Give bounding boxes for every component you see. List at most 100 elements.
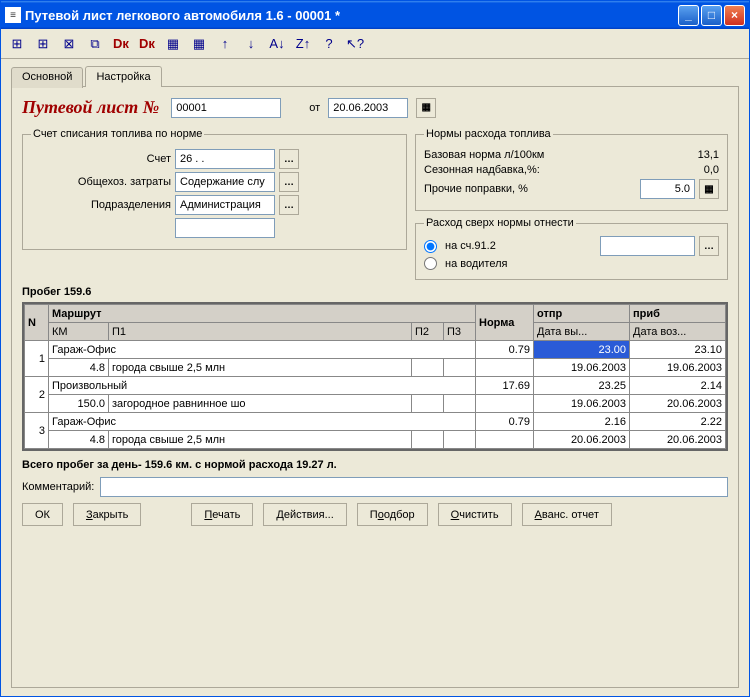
calendar-icon[interactable]: ▦: [416, 98, 436, 118]
obsh-input[interactable]: [175, 172, 275, 192]
toolbar-grid1-icon[interactable]: ▦: [163, 34, 183, 54]
document-icon: ≡: [5, 7, 21, 23]
podr-input[interactable]: [175, 195, 275, 215]
season-label: Сезонная надбавка,%:: [424, 164, 665, 176]
table-row-p1[interactable]: города свыше 2,5 млн: [109, 359, 412, 377]
advance-button[interactable]: Аванс. отчет: [522, 503, 612, 526]
toolbar-dk2-icon[interactable]: Dк: [137, 34, 157, 54]
table-row-km[interactable]: 4.8: [49, 431, 109, 449]
table-row-norma[interactable]: 0.79: [476, 341, 534, 359]
obsh-label: Общехоз. затраты: [31, 176, 171, 188]
col-data-vy[interactable]: Дата вы...: [534, 323, 630, 341]
table-row-norma[interactable]: 17.69: [476, 377, 534, 395]
toolbar-new-icon[interactable]: ⊞: [33, 34, 53, 54]
col-km[interactable]: КМ: [49, 323, 109, 341]
close-button[interactable]: ×: [724, 5, 745, 26]
table-row-p3[interactable]: [444, 395, 476, 413]
table-row-otpr-date[interactable]: 20.06.2003: [534, 431, 630, 449]
toolbar-up-icon[interactable]: ↑: [215, 34, 235, 54]
close-doc-button[interactable]: Закрыть: [73, 503, 141, 526]
toolbar-sort-asc-icon[interactable]: A↓: [267, 34, 287, 54]
print-button[interactable]: Печать: [191, 503, 253, 526]
fuel-account-legend: Счет списания топлива по норме: [31, 128, 204, 140]
excess-pick-button[interactable]: …: [699, 236, 719, 256]
other-input[interactable]: [640, 179, 695, 199]
extra-input[interactable]: [175, 218, 275, 238]
col-n[interactable]: N: [25, 305, 49, 341]
toolbar-dk1-icon[interactable]: Dк: [111, 34, 131, 54]
excess-radio-driver[interactable]: [424, 257, 437, 270]
clear-button[interactable]: Очистить: [438, 503, 512, 526]
table-row-norma2[interactable]: [476, 431, 534, 449]
schet-pick-button[interactable]: …: [279, 149, 299, 169]
table-row-norma[interactable]: 0.79: [476, 413, 534, 431]
table-row-prib-date[interactable]: 20.06.2003: [630, 431, 726, 449]
col-p2[interactable]: П2: [412, 323, 444, 341]
table-row-km[interactable]: 4.8: [49, 359, 109, 377]
number-input[interactable]: [171, 98, 281, 118]
table-row-p1[interactable]: загородное равнинное шо: [109, 395, 412, 413]
table-row-prib-date[interactable]: 19.06.2003: [630, 359, 726, 377]
comment-input[interactable]: [100, 477, 728, 497]
table-row-n[interactable]: 3: [25, 413, 49, 449]
toolbar-cursor-icon[interactable]: ↖?: [345, 34, 365, 54]
toolbar-down-icon[interactable]: ↓: [241, 34, 261, 54]
table-row-n[interactable]: 1: [25, 341, 49, 377]
maximize-button[interactable]: □: [701, 5, 722, 26]
toolbar-help-icon[interactable]: ?: [319, 34, 339, 54]
table-row-prib-time[interactable]: 2.22: [630, 413, 726, 431]
toolbar-grid2-icon[interactable]: ▦: [189, 34, 209, 54]
col-p1[interactable]: П1: [109, 323, 412, 341]
route-table[interactable]: N Маршрут Норма отпр приб КМ П1 П2 П3 Да…: [22, 302, 728, 451]
col-prib[interactable]: приб: [630, 305, 726, 323]
toolbar-sort-desc-icon[interactable]: Z↑: [293, 34, 313, 54]
table-row-p2[interactable]: [412, 395, 444, 413]
table-row-p3[interactable]: [444, 431, 476, 449]
fuel-account-group: Счет списания топлива по норме Счет … Об…: [22, 128, 407, 250]
excess-radio-account[interactable]: [424, 240, 437, 253]
table-row-p2[interactable]: [412, 359, 444, 377]
calc-icon[interactable]: ▦: [699, 179, 719, 199]
minimize-button[interactable]: _: [678, 5, 699, 26]
table-row-norma2[interactable]: [476, 395, 534, 413]
summary-text: Всего пробег за день- 159.6 км. с нормой…: [22, 459, 728, 471]
table-row-km[interactable]: 150.0: [49, 395, 109, 413]
excess-account-input[interactable]: [600, 236, 695, 256]
table-row-n[interactable]: 2: [25, 377, 49, 413]
col-data-voz[interactable]: Дата воз...: [630, 323, 726, 341]
ok-button[interactable]: ОК: [22, 503, 63, 526]
col-norma[interactable]: Норма: [476, 305, 534, 341]
table-row-norma2[interactable]: [476, 359, 534, 377]
toolbar-open-icon[interactable]: ⊞: [7, 34, 27, 54]
toolbar-delete-icon[interactable]: ⊠: [59, 34, 79, 54]
table-row-p1[interactable]: города свыше 2,5 млн: [109, 431, 412, 449]
table-row-otpr-time[interactable]: 2.16: [534, 413, 630, 431]
col-route[interactable]: Маршрут: [49, 305, 476, 323]
pick-button[interactable]: Поодбор: [357, 503, 428, 526]
table-row-otpr-time[interactable]: 23.00: [534, 341, 630, 359]
podr-pick-button[interactable]: …: [279, 195, 299, 215]
date-label: от: [309, 102, 320, 114]
excess-legend: Расход сверх нормы отнести: [424, 217, 576, 229]
table-row-route[interactable]: Гараж-Офис: [49, 413, 476, 431]
table-row-prib-time[interactable]: 23.10: [630, 341, 726, 359]
table-row-otpr-time[interactable]: 23.25: [534, 377, 630, 395]
table-row-p2[interactable]: [412, 431, 444, 449]
tab-main[interactable]: Основной: [11, 67, 83, 88]
col-otpr[interactable]: отпр: [534, 305, 630, 323]
tab-settings[interactable]: Настройка: [85, 66, 161, 87]
schet-input[interactable]: [175, 149, 275, 169]
date-input[interactable]: [328, 98, 408, 118]
table-row-prib-time[interactable]: 2.14: [630, 377, 726, 395]
table-row-otpr-date[interactable]: 19.06.2003: [534, 359, 630, 377]
toolbar-copy-icon[interactable]: ⧉: [85, 34, 105, 54]
col-p3[interactable]: П3: [444, 323, 476, 341]
table-row-prib-date[interactable]: 20.06.2003: [630, 395, 726, 413]
table-row-route[interactable]: Произвольный: [49, 377, 476, 395]
table-row-route[interactable]: Гараж-Офис: [49, 341, 476, 359]
obsh-pick-button[interactable]: …: [279, 172, 299, 192]
table-row-p3[interactable]: [444, 359, 476, 377]
other-label: Прочие поправки, %: [424, 183, 636, 195]
actions-button[interactable]: Действия...: [263, 503, 346, 526]
table-row-otpr-date[interactable]: 19.06.2003: [534, 395, 630, 413]
